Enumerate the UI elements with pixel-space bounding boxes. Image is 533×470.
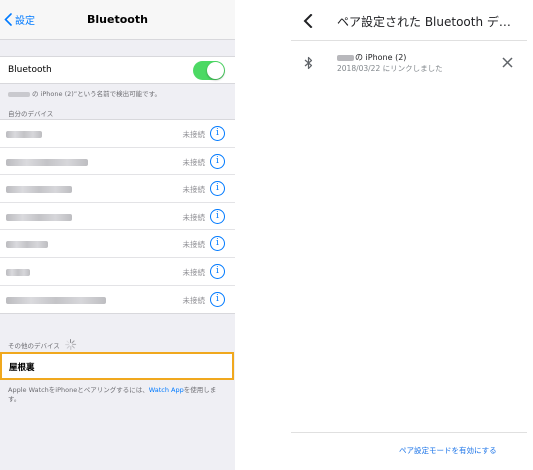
bluetooth-toggle[interactable] (193, 61, 225, 80)
paired-device-name[interactable]: の iPhone (2) (337, 52, 406, 63)
device-status: 未接続 (182, 267, 206, 277)
other-devices-label: その他のデバイス (8, 341, 60, 350)
device-row[interactable]: 未接続 i (0, 148, 235, 176)
discoverable-text: の iPhone (2)”という名前で検出可能です。 (32, 90, 161, 98)
bluetooth-toggle-row: Bluetooth (0, 56, 235, 84)
redacted-name (8, 91, 30, 97)
info-icon[interactable]: i (210, 236, 225, 252)
redacted-device-name (6, 268, 30, 276)
device-row[interactable]: 未接続 i (0, 175, 235, 203)
device-status: 未接続 (182, 185, 206, 195)
navigation-bar: 設定 Bluetooth (0, 0, 235, 40)
apple-watch-note-prefix: Apple WatchをiPhoneとペアリングするには、 (8, 386, 149, 394)
redacted-name (337, 54, 354, 61)
ios-bluetooth-settings: 設定 Bluetooth Bluetooth の iPhone (2)”という名… (0, 0, 235, 470)
watch-app-link[interactable]: Watch App (149, 386, 184, 394)
device-status: 未接続 (182, 295, 206, 305)
device-row[interactable]: 未接続 i (0, 120, 235, 148)
enable-pairing-mode-link[interactable]: ペア設定モードを有効にする (399, 445, 497, 456)
redacted-device-name (6, 131, 42, 138)
info-icon[interactable]: i (210, 208, 225, 224)
info-icon[interactable]: i (210, 263, 225, 279)
redacted-device-name (6, 213, 72, 221)
redacted-device-name (6, 296, 106, 304)
device-row[interactable]: 未接続 i (0, 286, 235, 314)
page-title: ペア設定された Bluetooth デ… (337, 15, 511, 29)
apple-watch-note: Apple WatchをiPhoneとペアリングするには、Watch Appを使… (8, 386, 228, 404)
redacted-device-name (6, 241, 48, 249)
page-title: Bluetooth (87, 13, 148, 26)
info-icon[interactable]: i (210, 126, 225, 141)
loading-spinner-icon (64, 339, 76, 350)
other-devices-header: その他のデバイス (8, 339, 76, 350)
my-devices-list: 未接続 i 未接続 i 未接続 i 未接続 i 未接続 i 未接続 i 未接続 … (0, 119, 235, 315)
device-status: 未接続 (182, 212, 206, 222)
close-icon[interactable] (502, 57, 513, 68)
bluetooth-icon (304, 56, 313, 70)
redacted-device-name (6, 158, 88, 166)
device-status: 未接続 (182, 130, 206, 139)
info-icon[interactable]: i (210, 153, 225, 169)
device-status: 未接続 (182, 157, 206, 167)
other-device-row[interactable]: 屋根裏 (0, 352, 234, 380)
info-icon[interactable]: i (210, 291, 225, 307)
toggle-knob (207, 62, 224, 79)
bluetooth-label: Bluetooth (8, 65, 52, 75)
paired-device-subtitle: 2018/03/22 にリンクしました (337, 64, 443, 73)
android-paired-devices: ペア設定された Bluetooth デ… の iPhone (2) 2018/0… (235, 0, 533, 470)
discoverable-note: の iPhone (2)”という名前で検出可能です。 (8, 88, 161, 98)
device-status: 未接続 (182, 240, 206, 250)
other-device-label: 屋根裏 (9, 363, 35, 373)
redacted-device-name (6, 186, 72, 194)
device-row[interactable]: 未接続 i (0, 258, 235, 286)
device-name-text: の iPhone (2) (355, 53, 407, 62)
device-row[interactable]: 未接続 i (0, 203, 235, 231)
arrow-back-icon[interactable] (301, 14, 315, 28)
my-devices-header: 自分のデバイス (8, 110, 54, 118)
device-row[interactable]: 未接続 i (0, 230, 235, 258)
info-icon[interactable]: i (210, 181, 225, 197)
divider (291, 432, 527, 433)
divider (291, 40, 527, 41)
